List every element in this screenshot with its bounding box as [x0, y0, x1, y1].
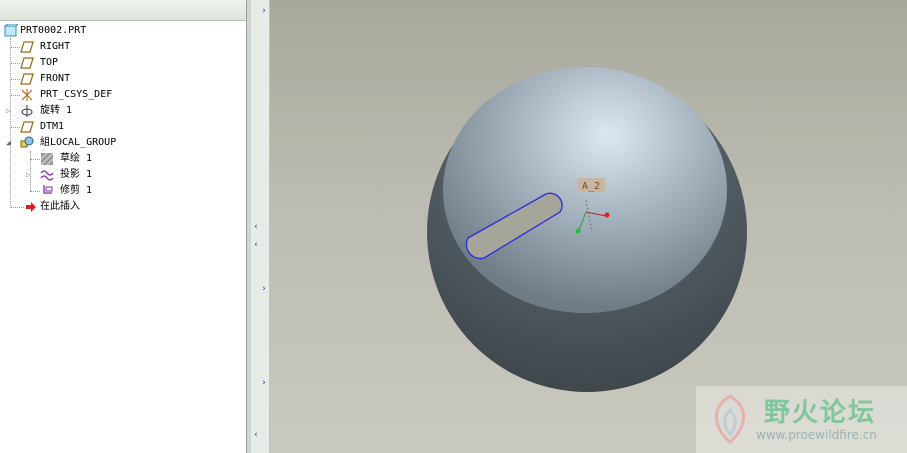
revolve-icon [21, 105, 33, 117]
tree-connector [30, 191, 40, 192]
datum-plane-icon [20, 121, 34, 133]
model-tree-header [0, 0, 246, 21]
tree-connector [10, 127, 20, 128]
tree-item-label: DTM1 [40, 121, 65, 132]
expand-right-icon[interactable]: › [259, 378, 269, 388]
collapse-left-icon[interactable]: ‹ [251, 240, 261, 250]
tree-connector [10, 95, 20, 96]
tree-item-sketch[interactable]: 草绘 1 [40, 151, 230, 167]
part-icon [4, 24, 18, 37]
model-tree-panel: PRT0002.PRT RIGHT TOP FRONT PRT_CSYS_DEF… [0, 0, 247, 453]
csys-icon [21, 89, 33, 101]
expand-arrow-icon[interactable]: ▷ [6, 103, 11, 119]
datum-plane-icon [20, 41, 34, 53]
csys-x-marker [604, 212, 610, 218]
tree-item-label: 投影 1 [60, 169, 93, 180]
group-icon [20, 136, 34, 148]
tree-item-label: RIGHT [40, 41, 71, 52]
tree-item-label: 修剪 1 [60, 185, 93, 196]
tree-connector [10, 207, 24, 208]
tree-item-label: 草绘 1 [60, 153, 93, 164]
csys-label: A_2 [582, 181, 600, 192]
watermark-url: www.proewildfire.cn [756, 428, 877, 442]
csys-y-marker [575, 228, 581, 234]
tree-connector [10, 63, 20, 64]
tree-connector [30, 159, 40, 160]
panel-splitter[interactable]: ‹ ‹ ‹ › › › [247, 0, 270, 453]
tree-item-label: 在此插入 [40, 201, 80, 212]
expand-arrow-icon[interactable]: ▷ [26, 167, 31, 183]
trim-icon [43, 185, 53, 194]
collapse-arrow-icon[interactable]: ◢ [6, 135, 11, 151]
tree-item-csys[interactable]: PRT_CSYS_DEF [20, 87, 230, 103]
collapse-left-icon[interactable]: ‹ [251, 222, 261, 232]
project-icon [40, 170, 54, 181]
datum-plane-icon [20, 73, 34, 85]
insert-here-arrow-icon [26, 202, 36, 212]
expand-right-icon[interactable]: › [259, 284, 269, 294]
datum-plane-icon [20, 57, 34, 69]
tree-item-part[interactable]: PRT0002.PRT [4, 23, 234, 39]
tree-item-trim[interactable]: 修剪 1 [40, 183, 230, 199]
tree-item-front[interactable]: FRONT [20, 71, 230, 87]
tree-connector [10, 47, 20, 48]
sketch-icon [40, 152, 54, 166]
tree-item-dtm1[interactable]: DTM1 [20, 119, 230, 135]
watermark-name: 野火论坛 [764, 398, 877, 428]
tree-item-insert-here[interactable]: 在此插入 [24, 199, 230, 215]
tree-item-local-group[interactable]: ◢ 組LOCAL_GROUP [6, 135, 230, 151]
tree-item-label: PRT0002.PRT [20, 25, 87, 36]
tree-item-label: 旋转 1 [40, 105, 73, 116]
tree-item-label: TOP [40, 57, 59, 68]
expand-right-icon[interactable]: › [259, 6, 269, 16]
tree-connector [10, 79, 20, 80]
tree-item-revolve[interactable]: ▷ 旋转 1 [6, 103, 230, 119]
tree-item-project[interactable]: ▷ 投影 1 [26, 167, 230, 183]
watermark-flame-icon [715, 394, 745, 444]
collapse-left-icon[interactable]: ‹ [251, 430, 261, 440]
tree-item-label: FRONT [40, 73, 71, 84]
tree-item-right[interactable]: RIGHT [20, 39, 230, 55]
tree-item-label: PRT_CSYS_DEF [40, 89, 113, 100]
tree-item-top[interactable]: TOP [20, 55, 230, 71]
tree-item-label: 組LOCAL_GROUP [40, 137, 117, 148]
